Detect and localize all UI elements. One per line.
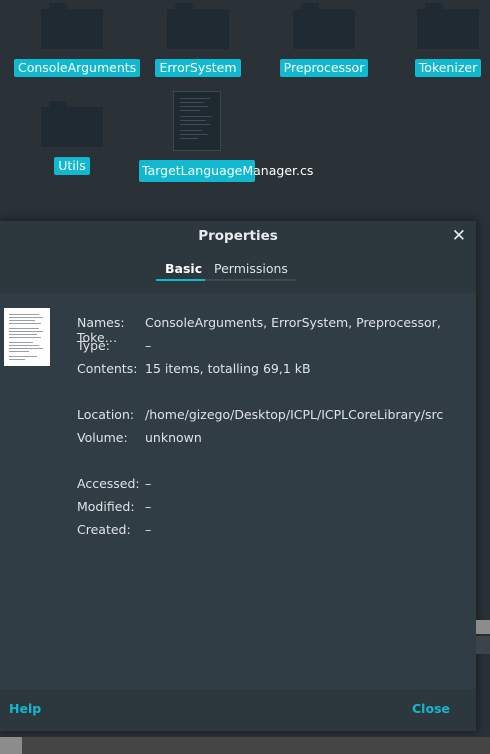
folder-icon <box>417 3 479 49</box>
file-label: TargetLanguageManager.cs <box>139 160 313 182</box>
folder-icon <box>41 101 103 147</box>
close-button[interactable]: Close <box>412 701 450 716</box>
dialog-title: Properties <box>198 228 278 244</box>
folder-label: ErrorSystem <box>155 59 241 77</box>
dialog-footer: Help Close <box>0 689 476 731</box>
prop-contents: Contents: 15 items, totalling 69,1 kB <box>77 361 311 376</box>
prop-modified: Modified: – <box>77 499 151 514</box>
prop-label: Accessed: <box>77 476 140 491</box>
folder-label: Preprocessor <box>279 59 369 77</box>
prop-label: Volume: <box>77 430 128 445</box>
tab-bar: Basic Permissions <box>0 253 476 293</box>
prop-value: 15 items, totalling 69,1 kB <box>145 361 311 376</box>
background-window-edge <box>476 620 490 634</box>
folder-item[interactable]: Tokenizer <box>392 3 490 77</box>
prop-label: Names: <box>77 315 125 330</box>
file-item[interactable]: TargetLanguageManager.cs <box>139 91 313 182</box>
folder-item[interactable]: ConsoleArguments <box>14 3 141 77</box>
dialog-titlebar: Properties ✕ <box>0 221 476 253</box>
folder-label: Tokenizer <box>414 59 482 77</box>
folder-item[interactable]: Preprocessor <box>266 3 382 77</box>
prop-value: /home/gizego/Desktop/ICPL/ICPLCoreLibrar… <box>145 407 444 422</box>
prop-value: – <box>145 499 152 514</box>
prop-type: Type: – <box>77 338 151 353</box>
folder-icon <box>167 3 229 49</box>
background-window-edge <box>476 636 490 654</box>
folder-label: Utils <box>54 157 90 175</box>
folder-icon <box>41 3 103 49</box>
prop-label: Created: <box>77 522 131 537</box>
prop-label: Modified: <box>77 499 135 514</box>
prop-value: unknown <box>145 430 202 445</box>
prop-label: Contents: <box>77 361 138 376</box>
selection-thumbnail <box>4 308 50 366</box>
prop-volume: Volume: unknown <box>77 430 202 445</box>
help-button[interactable]: Help <box>9 701 41 716</box>
properties-content: Names: ConsoleArguments, ErrorSystem, Pre… <box>0 295 476 665</box>
prop-value: – <box>145 476 152 491</box>
folder-label: ConsoleArguments <box>14 59 141 77</box>
prop-label: Location: <box>77 407 135 422</box>
close-icon[interactable]: ✕ <box>452 226 466 246</box>
bottom-panel <box>0 737 490 754</box>
prop-value: – <box>145 338 152 353</box>
prop-location: Location: /home/gizego/Desktop/ICPL/ICPLC… <box>77 407 443 422</box>
folder-item[interactable]: ErrorSystem <box>140 3 256 77</box>
prop-accessed: Accessed: – <box>77 476 151 491</box>
folder-item[interactable]: Utils <box>14 101 130 175</box>
prop-label: Type: <box>77 338 110 353</box>
bottom-panel-corner <box>0 737 22 754</box>
active-tab-indicator <box>156 279 205 281</box>
prop-value: – <box>145 522 152 537</box>
prop-created: Created: – <box>77 522 151 537</box>
document-icon <box>173 91 221 151</box>
properties-dialog: Properties ✕ Basic Permissions Names: Con… <box>0 221 476 731</box>
folder-icon <box>293 3 355 49</box>
